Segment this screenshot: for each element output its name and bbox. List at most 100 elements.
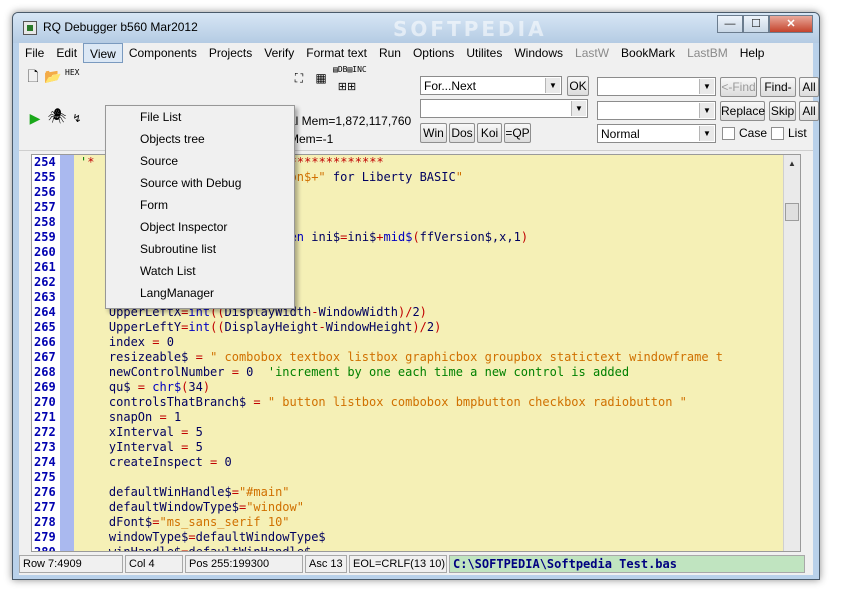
- find-next-button[interactable]: Find->: [760, 77, 796, 112]
- qp-button[interactable]: =QP: [504, 123, 531, 143]
- line-number: 276: [34, 485, 56, 499]
- menu-utilites[interactable]: Utilites: [460, 43, 508, 63]
- replace-combo[interactable]: ▼: [597, 101, 716, 120]
- replace-button[interactable]: Replace: [720, 101, 765, 121]
- menu-edit[interactable]: Edit: [50, 43, 83, 63]
- menu-verify[interactable]: Verify: [258, 43, 300, 63]
- grid-icon[interactable]: ⊞⊞: [337, 77, 357, 97]
- dos-button[interactable]: Dos: [449, 123, 475, 143]
- case-checkbox[interactable]: [722, 127, 735, 140]
- template-combo[interactable]: For...Next ▼: [420, 76, 562, 95]
- status-row: Row 7:4909: [19, 555, 123, 573]
- view-menu-item-objects-tree[interactable]: Objects tree: [106, 128, 294, 150]
- code-line[interactable]: 267 resizeable$ = " combobox textbox lis…: [32, 350, 787, 365]
- scrollbar-thumb[interactable]: [785, 203, 799, 221]
- menu-help[interactable]: Help: [734, 43, 771, 63]
- search-combo[interactable]: ▼: [420, 99, 588, 118]
- find-all-button[interactable]: All: [799, 77, 819, 97]
- vertical-scrollbar[interactable]: ▲: [783, 155, 800, 551]
- code-line[interactable]: 270 controlsThatBranch$ = " button listb…: [32, 395, 787, 410]
- tree-icon[interactable]: ⛶: [289, 68, 309, 88]
- line-number: 272: [34, 425, 56, 439]
- code-line[interactable]: 273 yInterval = 5: [32, 440, 787, 455]
- total-memory: al Mem=1,872,117,760: [289, 114, 412, 128]
- chevron-down-icon[interactable]: ▼: [699, 79, 714, 94]
- menu-view[interactable]: View: [83, 43, 123, 63]
- line-number: 275: [34, 470, 56, 484]
- line-number: 265: [34, 320, 56, 334]
- line-code: snapOn = 1: [80, 410, 182, 424]
- run-triangle-icon[interactable]: ▶: [25, 108, 45, 128]
- menu-bar: File Edit View Components Projects Verify Form…: [19, 43, 813, 63]
- style-combo[interactable]: Normal ▼: [597, 124, 716, 143]
- components-icon[interactable]: ▤DB▤INC: [333, 65, 367, 75]
- code-line[interactable]: 274 createInspect = 0: [32, 455, 787, 470]
- menu-format-text[interactable]: Format text: [300, 43, 373, 63]
- code-line[interactable]: 277 defaultWindowType$="window": [32, 500, 787, 515]
- code-line[interactable]: 276 defaultWinHandle$="#main": [32, 485, 787, 500]
- code-line[interactable]: 271 snapOn = 1: [32, 410, 787, 425]
- step-icon[interactable]: ↯: [67, 109, 87, 129]
- menu-components[interactable]: Components: [123, 43, 203, 63]
- win-button[interactable]: Win: [420, 123, 447, 143]
- bug-icon[interactable]: 🕷: [47, 107, 67, 127]
- line-code: defaultWinHandle$="#main": [80, 485, 290, 499]
- hex-icon[interactable]: HEX: [65, 68, 79, 78]
- line-number: 255: [34, 170, 56, 184]
- maximize-button[interactable]: ☐: [743, 15, 769, 33]
- chevron-down-icon[interactable]: ▼: [571, 101, 586, 116]
- line-number: 280: [34, 545, 56, 552]
- menu-projects[interactable]: Projects: [203, 43, 258, 63]
- new-file-icon[interactable]: 🗋: [23, 66, 43, 86]
- close-button[interactable]: ✕: [769, 15, 813, 33]
- view-menu-item-subroutine-list[interactable]: Subroutine list: [106, 238, 294, 260]
- view-menu-item-file-list[interactable]: File List: [106, 106, 294, 128]
- code-line[interactable]: 280 winHandle$=defaultWinHandle$: [32, 545, 787, 552]
- menu-bookmark[interactable]: BookMark: [615, 43, 681, 63]
- code-line[interactable]: 275: [32, 470, 787, 485]
- view-menu-item-source-with-debug[interactable]: Source with Debug: [106, 172, 294, 194]
- find-combo[interactable]: ▼: [597, 77, 716, 96]
- view-menu-item-source[interactable]: Source: [106, 150, 294, 172]
- menu-options[interactable]: Options: [407, 43, 460, 63]
- open-folder-icon[interactable]: 📂: [43, 66, 63, 86]
- view-menu-item-object-inspector[interactable]: Object Inspector: [106, 216, 294, 238]
- code-line[interactable]: 272 xInterval = 5: [32, 425, 787, 440]
- code-line[interactable]: 279 windowType$=defaultWindowType$: [32, 530, 787, 545]
- code-line[interactable]: 265 UpperLeftY=int((DisplayHeight-Window…: [32, 320, 787, 335]
- scroll-up-icon[interactable]: ▲: [784, 155, 800, 172]
- chevron-down-icon[interactable]: ▼: [545, 78, 560, 93]
- list-label: List: [788, 126, 807, 140]
- menu-file[interactable]: File: [19, 43, 50, 63]
- skip-button[interactable]: Skip: [769, 101, 796, 121]
- line-code: resizeable$ = " combobox textbox listbox…: [80, 350, 724, 364]
- list-checkbox[interactable]: [771, 127, 784, 140]
- view-menu-item-langmanager[interactable]: LangManager: [106, 282, 294, 304]
- menu-lastw[interactable]: LastW: [569, 43, 615, 63]
- koi-button[interactable]: Koi: [477, 123, 502, 143]
- chevron-down-icon[interactable]: ▼: [699, 126, 714, 141]
- line-number: 260: [34, 245, 56, 259]
- line-number: 274: [34, 455, 56, 469]
- watermark: SOFTPEDIA: [393, 17, 547, 41]
- menu-lastbm[interactable]: LastBM: [681, 43, 734, 63]
- code-line[interactable]: 266 index = 0: [32, 335, 787, 350]
- view-menu-item-form[interactable]: Form: [106, 194, 294, 216]
- line-number: 259: [34, 230, 56, 244]
- ok-button[interactable]: OK: [567, 76, 589, 96]
- form-icon[interactable]: ▦: [311, 68, 331, 88]
- menu-windows[interactable]: Windows: [508, 43, 569, 63]
- code-line[interactable]: 268 newControlNumber = 0 'increment by o…: [32, 365, 787, 380]
- code-line[interactable]: 278 dFont$="ms_sans_serif 10": [32, 515, 787, 530]
- title-bar[interactable]: RQ Debugger b560 Mar2012 SOFTPEDIA — ☐ ✕: [13, 13, 819, 43]
- replace-all-button[interactable]: All: [799, 101, 819, 121]
- line-code: qu$ = chr$(34): [80, 380, 211, 394]
- minimize-button[interactable]: —: [717, 15, 743, 33]
- find-prev-button[interactable]: <-Find: [720, 77, 757, 97]
- code-line[interactable]: 269 qu$ = chr$(34): [32, 380, 787, 395]
- menu-run[interactable]: Run: [373, 43, 407, 63]
- line-number: 277: [34, 500, 56, 514]
- view-menu-item-watch-list[interactable]: Watch List: [106, 260, 294, 282]
- line-number: 256: [34, 185, 56, 199]
- chevron-down-icon[interactable]: ▼: [699, 103, 714, 118]
